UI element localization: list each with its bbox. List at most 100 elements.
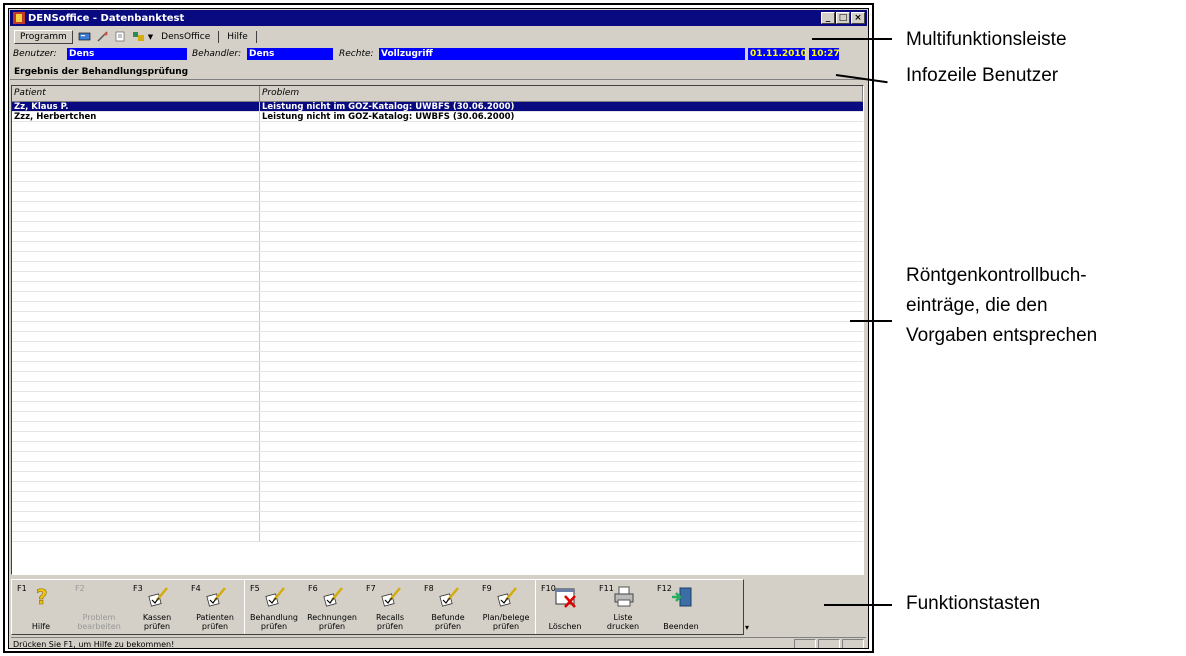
practitioner-value: Dens (247, 48, 333, 60)
patient-cell (12, 332, 260, 341)
fkey-label: Rechnungen prüfen (307, 613, 357, 631)
column-header-problem[interactable]: Problem (260, 86, 863, 101)
menu-densoffice[interactable]: DensOffice (161, 32, 210, 42)
table-row[interactable] (12, 482, 863, 492)
table-row[interactable] (12, 362, 863, 372)
problem-cell (260, 292, 863, 301)
patient-cell (12, 222, 260, 231)
table-row[interactable] (12, 282, 863, 292)
table-row[interactable]: Zzz, Herbertchen Leistung nicht im GOZ-Ka… (12, 112, 863, 122)
table-row[interactable] (12, 492, 863, 502)
table-row[interactable] (12, 182, 863, 192)
annotation-xray-1: Röntgenkontrollbuch- (906, 265, 1087, 286)
problem-cell (260, 312, 863, 321)
fkey-label: Beenden (663, 622, 699, 631)
table-row[interactable]: Zz, Klaus P. Leistung nicht im GOZ-Katalo… (12, 102, 863, 112)
table-row[interactable] (12, 352, 863, 362)
more-arrow-icon[interactable]: ▾ (745, 623, 749, 632)
table-row[interactable] (12, 442, 863, 452)
patient-cell (12, 362, 260, 371)
patient-cell (12, 312, 260, 321)
table-row[interactable] (12, 142, 863, 152)
fkey-f4-button[interactable]: F4 Patienten prüfen (186, 580, 244, 634)
table-row[interactable] (12, 292, 863, 302)
fkey-label: Hilfe (31, 622, 51, 631)
table-row[interactable] (12, 272, 863, 282)
results-table[interactable]: Patient Problem Zz, Klaus P. Leistung nic… (11, 85, 864, 575)
problem-cell (260, 132, 863, 141)
palette-icon[interactable] (132, 31, 145, 42)
table-row[interactable] (12, 192, 863, 202)
maximize-button[interactable]: □ (836, 12, 850, 24)
table-row[interactable] (12, 402, 863, 412)
pen-icon[interactable] (96, 31, 109, 42)
table-row[interactable] (12, 532, 863, 542)
fkey-f3-button[interactable]: F3 Kassen prüfen (128, 580, 186, 634)
callout-line (824, 604, 892, 606)
table-row[interactable] (12, 452, 863, 462)
table-row[interactable] (12, 172, 863, 182)
fkey-f6-button[interactable]: F6 Rechnungen prüfen (303, 580, 361, 634)
fkey-f7-button[interactable]: F7 Recalls prüfen (361, 580, 419, 634)
dropdown-arrow-icon[interactable]: ▼ (148, 33, 153, 41)
fkey-f5-button[interactable]: F5 Behandlung prüfen (245, 580, 303, 634)
problem-cell (260, 472, 863, 481)
fkey-number: F5 (250, 584, 260, 593)
table-row[interactable] (12, 472, 863, 482)
fkey-f11-button[interactable]: F11 Liste drucken (594, 580, 652, 634)
table-row[interactable] (12, 222, 863, 232)
fkey-f12-button[interactable]: F12 Beenden (652, 580, 710, 634)
table-row[interactable] (12, 372, 863, 382)
table-row[interactable] (12, 342, 863, 352)
table-row[interactable] (12, 382, 863, 392)
notes-icon[interactable] (114, 31, 127, 42)
table-row[interactable] (12, 232, 863, 242)
problem-cell (260, 202, 863, 211)
table-row[interactable] (12, 522, 863, 532)
rights-value: Vollzugriff (379, 48, 745, 60)
table-row[interactable] (12, 202, 863, 212)
table-row[interactable] (12, 502, 863, 512)
table-row[interactable] (12, 332, 863, 342)
time-display: 10:27 (809, 48, 840, 60)
user-label: Benutzer: (13, 49, 57, 59)
menu-program[interactable]: Programm (14, 29, 73, 44)
table-row[interactable] (12, 162, 863, 172)
fkey-f9-button[interactable]: F9 Plan/belege prüfen (477, 580, 535, 634)
patient-cell (12, 242, 260, 251)
fkey-f8-button[interactable]: F8 Befunde prüfen (419, 580, 477, 634)
table-row[interactable] (12, 312, 863, 322)
table-row[interactable] (12, 412, 863, 422)
function-key-bar: F1? Hilfe F2 Problem bearbeiten F3 Kassen prüf… (11, 579, 744, 635)
table-row[interactable] (12, 392, 863, 402)
fkey-label: Patienten prüfen (196, 613, 234, 631)
table-row[interactable] (12, 422, 863, 432)
close-button[interactable]: × (851, 12, 865, 24)
table-header: Patient Problem (12, 86, 863, 102)
patient-cell (12, 372, 260, 381)
table-row[interactable] (12, 132, 863, 142)
table-row[interactable] (12, 302, 863, 312)
fkey-f1-button[interactable]: F1? Hilfe (12, 580, 70, 634)
menu-help[interactable]: Hilfe (227, 32, 247, 42)
problem-cell (260, 222, 863, 231)
table-row[interactable] (12, 152, 863, 162)
minimize-button[interactable]: _ (821, 12, 835, 24)
table-row[interactable] (12, 432, 863, 442)
table-row[interactable] (12, 212, 863, 222)
table-row[interactable] (12, 512, 863, 522)
section-title: Ergebnis der Behandlungsprüfung (10, 63, 867, 80)
problem-cell (260, 212, 863, 221)
problem-cell (260, 432, 863, 441)
table-row[interactable] (12, 462, 863, 472)
table-row[interactable] (12, 262, 863, 272)
table-row[interactable] (12, 252, 863, 262)
card-icon[interactable] (78, 31, 91, 42)
problem-cell (260, 352, 863, 361)
table-row[interactable] (12, 242, 863, 252)
column-header-patient[interactable]: Patient (12, 86, 260, 101)
annotation-fkeys: Funktionstasten (906, 593, 1041, 614)
table-row[interactable] (12, 322, 863, 332)
fkey-f10-button[interactable]: F10 Löschen (536, 580, 594, 634)
table-row[interactable] (12, 122, 863, 132)
